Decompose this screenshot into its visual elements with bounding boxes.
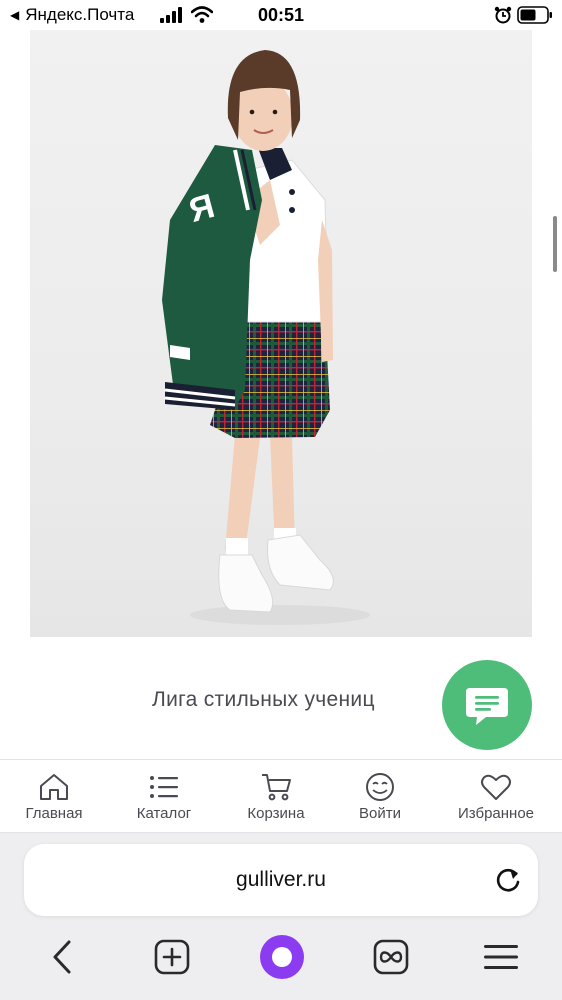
smile-login-icon	[366, 773, 394, 801]
address-bar[interactable]: gulliver.ru	[24, 844, 538, 916]
nav-item-label: Каталог	[136, 805, 192, 822]
tabs-infinity-icon	[373, 939, 409, 975]
browser-toolbar: gulliver.ru	[0, 833, 562, 1000]
nav-item-label: Избранное	[457, 805, 535, 822]
nav-item-label: Корзина	[247, 805, 305, 822]
nav-item-label: Главная	[25, 805, 83, 822]
url-text[interactable]: gulliver.ru	[24, 868, 538, 892]
new-tab-button[interactable]	[152, 937, 192, 977]
reload-icon[interactable]	[494, 866, 522, 894]
screen: ◀ Яндекс.Почта 00:51 Я Лига стильных уче…	[0, 0, 562, 1000]
browser-back-button[interactable]	[42, 937, 82, 977]
heart-icon	[481, 774, 511, 800]
back-arrow-icon	[53, 940, 71, 974]
product-illustration: Я	[162, 50, 370, 625]
catalog-list-icon	[150, 776, 178, 798]
product-caption: Лига стильных учениц	[152, 688, 375, 711]
browser-menu-button[interactable]	[481, 937, 521, 977]
nav-item-home[interactable]: Главная	[14, 760, 94, 833]
chat-button[interactable]	[442, 660, 532, 750]
nav-item-catalog[interactable]: Каталог	[124, 760, 204, 833]
alice-assistant-button[interactable]	[259, 934, 305, 980]
new-tab-plus-icon	[154, 939, 190, 975]
scroll-indicator[interactable]	[553, 216, 557, 272]
clock-time: 00:51	[257, 5, 305, 25]
battery-icon	[517, 6, 552, 24]
menu-hamburger-icon	[484, 945, 518, 969]
product-image[interactable]: Я	[30, 30, 532, 637]
nav-item-label: Войти	[359, 805, 401, 822]
site-bottom-nav: Главная Каталог Корзина Войти Избранное	[0, 759, 562, 833]
nav-item-login[interactable]: Войти	[340, 760, 420, 833]
alice-assistant-icon	[260, 935, 304, 979]
nav-item-favorites[interactable]: Избранное	[448, 760, 544, 833]
tabs-button[interactable]	[371, 937, 411, 977]
status-bar: ◀ Яндекс.Почта 00:51	[0, 0, 562, 30]
chat-bubble-icon	[466, 688, 508, 725]
nav-item-cart[interactable]: Корзина	[236, 760, 316, 833]
cart-icon	[262, 774, 291, 801]
alarm-clock-icon	[494, 6, 512, 24]
home-icon	[40, 774, 68, 800]
